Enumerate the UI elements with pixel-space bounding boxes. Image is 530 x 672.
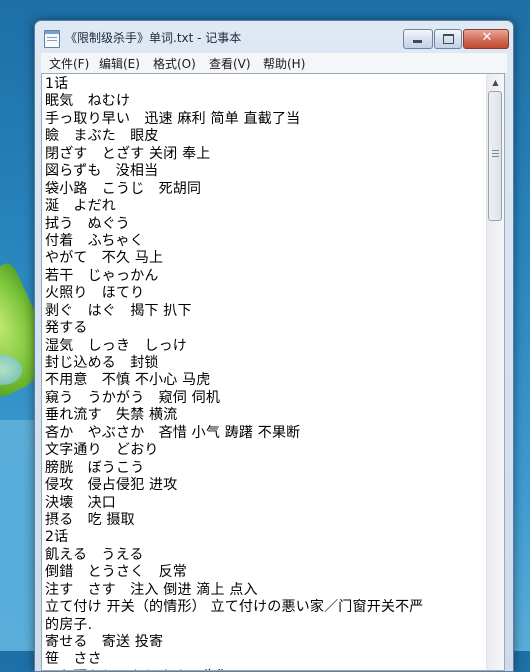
grip-icon <box>492 150 499 157</box>
notepad-window: 《限制级杀手》单词.txt - 记事本 ✕ 文件(F) 编辑(E) 格式(O) … <box>34 20 514 672</box>
text-line: 湿気 しっき しっけ <box>45 337 187 354</box>
text-line: 袋小路 こうじ 死胡同 <box>45 180 202 197</box>
text-line: 不用意 不慎 不小心 马虎 <box>45 372 211 389</box>
text-line: やがて 不久 马上 <box>45 250 164 267</box>
text-line: ...お預かりいたします 收您... <box>45 669 486 670</box>
minimize-icon <box>413 40 422 43</box>
text-line: 眠気 ねむけ <box>45 93 131 110</box>
text-line: 拭う ぬぐう <box>45 215 130 232</box>
text-line: 寄せる 寄送 投寄 <box>45 634 164 650</box>
menu-bar: 文件(F) 编辑(E) 格式(O) 查看(V) 帮助(H) <box>41 53 507 74</box>
text-line: 的房子. <box>45 616 93 633</box>
scrollbar-thumb[interactable] <box>488 91 502 221</box>
text-line: 決壊 决口 <box>45 494 116 511</box>
text-line: 倒錯 とうさく 反常 <box>45 564 187 581</box>
menu-help[interactable]: 帮助(H) <box>263 55 305 72</box>
text-line: 垂れ流す 失禁 横流 <box>45 407 178 424</box>
title-bar[interactable]: 《限制级杀手》单词.txt - 记事本 ✕ <box>35 21 513 51</box>
text-line: 閉ざす とざす 关闭 奉上 <box>45 145 211 162</box>
text-line: 図らずも 没相当 <box>45 163 159 180</box>
text-line: 涎 よだれ <box>45 198 116 215</box>
menu-file[interactable]: 文件(F) <box>49 55 89 72</box>
text-line: 封じ込める 封锁 <box>45 355 159 371</box>
notepad-app-icon[interactable] <box>44 30 60 48</box>
text-line: 2话 <box>45 529 69 546</box>
text-line: 吝か やぶさか 吝惜 小气 踌躇 不果断 <box>45 424 301 441</box>
maximize-button[interactable] <box>434 29 462 49</box>
document-text-area[interactable]: 1话 眠気 ねむけ 手っ取り早い 迅速 麻利 简单 直截了当瞼 まぶた 眼皮 閉ざす … <box>45 76 486 670</box>
text-line: 手っ取り早い 迅速 麻利 简单 直截了当 <box>45 110 301 127</box>
text-line: 膀胱 ぼうこう <box>45 459 145 476</box>
text-line: 付着 ふちゃく <box>45 232 144 249</box>
text-line: 文字通り どおり <box>45 442 159 459</box>
text-line: 火照り ほてり <box>45 285 145 302</box>
close-icon: ✕ <box>481 30 493 45</box>
text-line: 摂る 吃 摄取 <box>45 511 135 528</box>
text-line: 剥ぐ はぐ 揭下 扒下 <box>45 302 192 319</box>
text-line: 笹 ささ <box>45 651 102 668</box>
vertical-scrollbar[interactable]: ▲ <box>486 74 504 670</box>
scroll-up-icon[interactable]: ▲ <box>487 74 504 91</box>
text-line: 飢える うえる <box>45 546 144 563</box>
menu-edit[interactable]: 编辑(E) <box>99 55 140 72</box>
close-button[interactable]: ✕ <box>463 29 509 49</box>
text-line: 発する <box>45 320 88 337</box>
text-line: 若干 じゃっかん <box>45 267 159 284</box>
text-line: 注す さす 注入 倒进 滴上 点入 <box>45 581 258 598</box>
text-line: 窺う うかがう 窥伺 伺机 <box>45 389 221 406</box>
text-line: 侵攻 侵占侵犯 进攻 <box>45 477 178 494</box>
menu-view[interactable]: 查看(V) <box>209 55 251 72</box>
text-line: 立て付け 开关（的情形） 立て付けの悪い家／门窗开关不严 <box>45 599 424 616</box>
text-editor[interactable]: 1话 眠気 ねむけ 手っ取り早い 迅速 麻利 简单 直截了当瞼 まぶた 眼皮 閉ざす … <box>41 73 505 671</box>
maximize-icon <box>443 34 454 44</box>
text-line: 瞼 まぶた 眼皮 <box>45 128 159 145</box>
menu-format[interactable]: 格式(O) <box>153 55 196 72</box>
window-title: 《限制级杀手》单词.txt - 记事本 <box>65 31 242 45</box>
minimize-button[interactable] <box>403 29 433 49</box>
text-line: 1话 <box>45 76 69 92</box>
